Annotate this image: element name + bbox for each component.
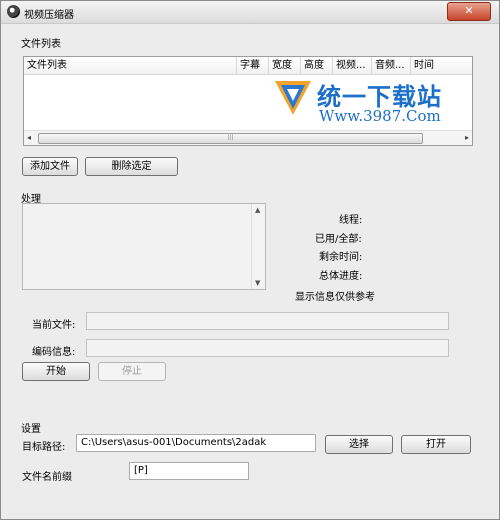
used-total-label: 已用/全部: (315, 234, 362, 245)
filename-prefix-label: 文件名前缀 (22, 472, 72, 483)
column-header-width[interactable]: 宽度 (269, 57, 301, 74)
encode-info-field (86, 339, 449, 357)
threads-label: 线程: (339, 215, 363, 226)
scrollbar-grip-icon: ||| (227, 134, 234, 141)
column-header-subtitle[interactable]: 字幕 (237, 57, 269, 74)
watermark-logo-icon (275, 81, 311, 115)
filename-prefix-input[interactable]: [P] (129, 462, 249, 480)
target-path-label: 目标路径: (22, 442, 66, 453)
processing-log-scrollbar[interactable]: ▲ ▼ (251, 204, 265, 289)
start-button[interactable]: 开始 (22, 362, 90, 381)
info-note: 显示信息仅供参考 (295, 292, 375, 303)
file-list-horizontal-scrollbar[interactable]: ◂ ||| ▸ (24, 130, 472, 145)
encode-info-label: 编码信息: (32, 347, 76, 358)
processing-log[interactable]: ▲ ▼ (22, 203, 266, 290)
column-header-file-list[interactable]: 文件列表 (24, 57, 237, 74)
scroll-down-icon[interactable]: ▼ (255, 279, 260, 287)
open-button[interactable]: 打开 (401, 435, 471, 454)
column-header-height[interactable]: 高度 (301, 57, 333, 74)
current-file-label: 当前文件: (32, 320, 76, 331)
remaining-time-label: 剩余时间: (319, 252, 363, 263)
file-list-header: 文件列表 字幕 宽度 高度 视频... 音频... 时间 (24, 57, 472, 75)
main-window: 视频压缩器 ✕ 文件列表 文件列表 字幕 宽度 高度 视频... 音频... 时… (0, 0, 500, 520)
column-header-time[interactable]: 时间 (411, 57, 472, 74)
overall-progress-label: 总体进度: (319, 271, 363, 282)
watermark-url: Www.3987.Com (319, 107, 441, 125)
close-icon: ✕ (464, 4, 474, 17)
close-button[interactable]: ✕ (447, 2, 491, 21)
target-path-input[interactable]: C:\Users\asus-001\Documents\2adak (76, 434, 316, 452)
select-button[interactable]: 选择 (325, 435, 393, 454)
column-header-audio[interactable]: 音频... (372, 57, 411, 74)
file-list-group-label: 文件列表 (21, 39, 61, 50)
delete-selected-button[interactable]: 删除选定 (85, 157, 178, 176)
column-header-video[interactable]: 视频... (333, 57, 372, 74)
add-file-button[interactable]: 添加文件 (22, 157, 78, 176)
app-icon (7, 5, 20, 18)
scroll-left-icon[interactable]: ◂ (27, 133, 31, 142)
settings-group-label: 设置 (21, 424, 41, 435)
stop-button[interactable]: 停止 (98, 362, 166, 381)
scroll-up-icon[interactable]: ▲ (255, 206, 260, 214)
title-bar[interactable]: 视频压缩器 ✕ (1, 1, 499, 24)
scrollbar-thumb[interactable]: ||| (38, 133, 423, 144)
current-file-field (86, 312, 449, 330)
window-title: 视频压缩器 (24, 10, 74, 21)
scroll-right-icon[interactable]: ▸ (465, 133, 469, 142)
